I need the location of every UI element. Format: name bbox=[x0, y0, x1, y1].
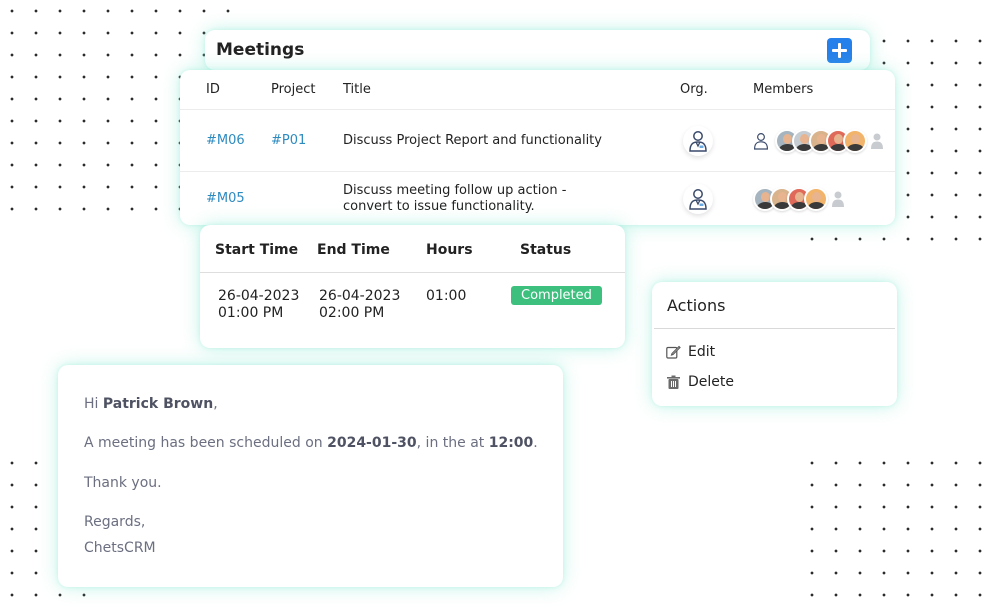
trash-icon bbox=[667, 375, 680, 389]
project-id-link[interactable]: #P01 bbox=[271, 110, 306, 171]
dot-pattern-bottom-right bbox=[800, 452, 1000, 614]
body-middle: , in the at bbox=[416, 435, 489, 451]
edit-label: Edit bbox=[688, 344, 716, 360]
meetings-table: ID Project Title Org. Members #M06 #P01 … bbox=[180, 70, 895, 225]
column-header-org[interactable]: Org. bbox=[680, 70, 708, 109]
meeting-time: 12:00 bbox=[488, 435, 534, 451]
greeting-prefix: Hi bbox=[84, 396, 103, 412]
edit-icon bbox=[666, 345, 681, 359]
body-suffix: . bbox=[533, 435, 538, 451]
hours-cell: 01:00 bbox=[426, 288, 467, 304]
delete-label: Delete bbox=[688, 374, 734, 390]
email-body: A meeting has been scheduled on 2024-01-… bbox=[84, 435, 538, 451]
column-header-id[interactable]: ID bbox=[206, 70, 220, 109]
end-time: 02:00 PM bbox=[319, 305, 385, 321]
actions-title: Actions bbox=[667, 296, 726, 315]
organizer-icon[interactable] bbox=[683, 183, 713, 214]
meeting-title-line1: Discuss meeting follow up action - bbox=[343, 182, 567, 198]
email-preview: Hi Patrick Brown, A meeting has been sch… bbox=[58, 365, 563, 587]
body-prefix: A meeting has been scheduled on bbox=[84, 435, 328, 451]
greeting-suffix: , bbox=[213, 396, 218, 412]
divider bbox=[654, 328, 895, 329]
column-header-project[interactable]: Project bbox=[271, 70, 315, 109]
organizer-icon[interactable] bbox=[683, 125, 713, 156]
column-header-title[interactable]: Title bbox=[343, 70, 663, 109]
meeting-title-line2: convert to issue functionality. bbox=[343, 198, 535, 214]
meeting-title: Discuss meeting follow up action - conve… bbox=[343, 172, 663, 225]
end-time-cell: 26-04-2023 02:00 PM bbox=[319, 288, 400, 322]
meeting-time-table: Start Time End Time Hours Status 26-04-2… bbox=[200, 225, 625, 348]
end-date: 26-04-2023 bbox=[319, 288, 401, 304]
status-badge: Completed bbox=[511, 286, 602, 305]
edit-action[interactable]: Edit bbox=[666, 344, 715, 360]
meeting-id-link[interactable]: #M05 bbox=[206, 172, 245, 225]
actions-menu: Actions Edit Delete bbox=[652, 282, 897, 406]
column-header-hours: Hours bbox=[426, 242, 473, 258]
email-greeting: Hi Patrick Brown, bbox=[84, 396, 218, 412]
column-header-members[interactable]: Members bbox=[753, 70, 813, 109]
start-time-cell: 26-04-2023 01:00 PM bbox=[218, 288, 299, 322]
org-cell bbox=[680, 172, 713, 225]
user-icon bbox=[871, 133, 883, 149]
recipient-name: Patrick Brown bbox=[102, 396, 214, 412]
user-tie-icon bbox=[753, 132, 769, 150]
email-regards: Regards, bbox=[84, 514, 146, 530]
table-row[interactable]: #M05 Discuss meeting follow up action - … bbox=[180, 172, 895, 225]
user-tie-icon bbox=[689, 188, 707, 210]
user-tie-icon bbox=[689, 130, 707, 152]
member-avatars bbox=[753, 186, 828, 211]
table-header: ID Project Title Org. Members bbox=[180, 70, 895, 110]
avatar[interactable] bbox=[843, 128, 867, 153]
add-meeting-button[interactable] bbox=[827, 37, 852, 63]
meeting-date: 2024-01-30 bbox=[327, 435, 417, 451]
meeting-title-text: Discuss Project Report and functionality bbox=[343, 132, 602, 148]
table-row[interactable]: #M06 #P01 Discuss Project Report and fun… bbox=[180, 110, 895, 172]
meetings-title: Meetings bbox=[216, 40, 305, 60]
member-avatars bbox=[775, 128, 867, 153]
members-cell bbox=[753, 172, 844, 225]
start-date: 26-04-2023 bbox=[218, 288, 300, 304]
members-cell bbox=[753, 110, 883, 171]
column-header-start-time: Start Time bbox=[215, 242, 299, 258]
column-header-end-time: End Time bbox=[317, 242, 390, 258]
column-header-status: Status bbox=[520, 242, 572, 258]
delete-action[interactable]: Delete bbox=[666, 374, 734, 390]
email-thanks: Thank you. bbox=[84, 475, 162, 491]
meeting-title: Discuss Project Report and functionality bbox=[343, 110, 663, 171]
table-header: Start Time End Time Hours Status bbox=[200, 225, 625, 273]
meetings-header: Meetings bbox=[205, 30, 870, 70]
start-time: 01:00 PM bbox=[218, 305, 284, 321]
user-icon bbox=[832, 191, 844, 207]
email-signature: ChetsCRM bbox=[84, 540, 156, 556]
avatar[interactable] bbox=[804, 186, 828, 211]
meeting-id-link[interactable]: #M06 bbox=[206, 110, 245, 171]
org-cell bbox=[680, 110, 713, 171]
